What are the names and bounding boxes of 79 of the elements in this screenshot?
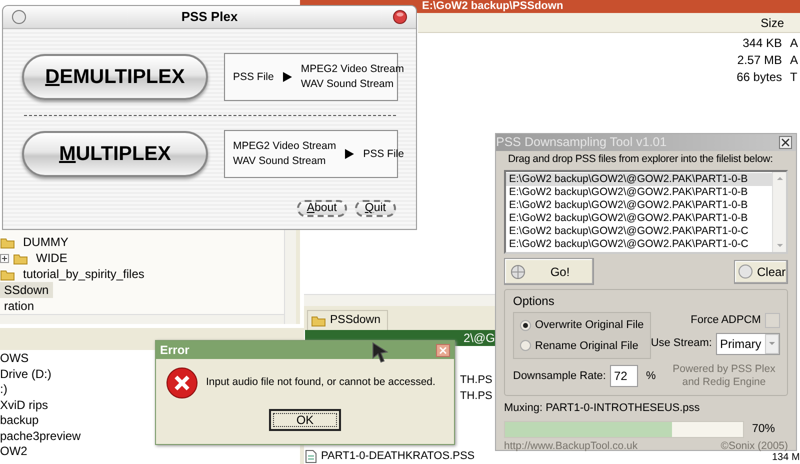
stream-label: PSS File [363,146,404,162]
tree-item[interactable]: tutorial_by_spirity_files [19,266,148,282]
expand-icon[interactable] [0,254,9,262]
stream-label: MPEG2 Video Stream [300,62,404,77]
scrollbar[interactable] [304,294,495,306]
checkbox[interactable] [764,312,780,328]
tree-item[interactable]: OW2 [0,443,28,458]
file-path[interactable]: E:\GoW2 backup\GOW2\@GOW2.PAK\PART1-0-B [506,199,772,212]
arrow-icon [282,71,293,83]
ok-button[interactable]: OK [269,409,341,431]
go-button[interactable]: Go! [504,258,594,285]
tree-item[interactable]: pache3preview [0,428,81,443]
scrollbar[interactable] [772,172,786,252]
status-text: Muxing: PART1-0-INTROTHESEUS.pss [504,401,701,416]
copyright-text: ©Sonix (2005) [720,440,788,452]
stream-label: WAV Sound Stream [233,154,327,169]
group-title: Options [513,293,556,310]
file-name[interactable]: TH.PS [460,372,492,388]
tree-item[interactable]: :) [0,381,8,396]
action-button[interactable]: DEMULTIPLEX [22,54,208,100]
stream-label: PSS File [233,70,274,84]
file-name[interactable]: PART1-0-DEATHKRATOS.PSS [321,448,475,464]
file-list[interactable] [504,170,788,254]
file-path[interactable]: E:\GoW2 backup\GOW2\@GOW2.PAK\PART1-0-B [506,173,772,186]
stream-label: WAV Sound Stream [300,77,395,92]
radio-button[interactable] [520,320,531,331]
table-cell-text: T [789,69,798,85]
dialog-button[interactable]: Quit [354,200,396,217]
tree-item[interactable]: XviD rips [0,396,48,412]
window-button-icon[interactable] [11,9,27,25]
stream-select[interactable]: Primary [716,332,780,354]
tree-item[interactable]: DUMMY [19,234,72,250]
action-button[interactable]: MULTIPLEX [22,131,208,177]
close-icon[interactable] [392,9,408,25]
error-message: Input audio file not found, or cannot be accessed. [206,375,436,390]
stream-label: MPEG2 Video Stream [233,139,336,154]
field-label: Downsample Rate: [513,368,606,384]
pointer-icon [371,342,389,364]
url-text: http://www.BackupTool.co.uk [504,440,638,452]
arrow-icon [344,148,356,160]
dialog-button[interactable]: About [296,200,347,217]
tree-item[interactable]: WIDE [32,250,72,266]
progress-text: 70% [752,422,776,436]
tree-item[interactable]: SSdown [0,282,53,298]
unit-label: % [646,368,656,384]
globe-icon [509,264,527,280]
file-path[interactable]: E:\GoW2 backup\GOW2\@GOW2.PAK\PART1-0-B [506,212,772,225]
folder-tab[interactable]: PSSdown [307,310,388,330]
file-path[interactable]: E:\GoW2 backup\GOW2\@GOW2.PAK\PART1-0-C [506,225,772,238]
size-cell-text: 2.57 MB [736,52,782,68]
checkbox-label: Force ADPCM [690,313,761,328]
table-cell-text: A [789,52,798,68]
instruction-text: Drag and drop PSS files from explorer into the filelist below: [507,153,774,166]
scrollbar[interactable] [284,230,296,324]
file-path[interactable]: E:\GoW2 backup\GOW2\@GOW2.PAK\PART1-0-C [506,238,772,251]
tree-item[interactable]: OWS [0,350,29,366]
circle-icon [738,264,753,279]
field-label: Use Stream: [650,336,712,352]
file-path[interactable]: E:\GoW2 backup\GOW2\@GOW2.PAK\PART1-0-B [506,186,772,199]
radio-option[interactable]: Rename Original File [520,338,644,354]
powered-by-text: Powered by PSS Plex and Redig Engine [672,363,776,389]
tree-item[interactable]: ration [0,298,38,314]
size-cell-text: 66 bytes [736,69,782,85]
file-name[interactable]: TH.PS [460,388,492,404]
rate-field[interactable]: 72 [610,365,638,387]
scrollbar[interactable] [0,314,284,324]
radio-option[interactable]: Overwrite Original File [520,317,644,334]
tree-item[interactable]: backup [0,412,39,428]
dialog-title: Error [160,342,190,359]
size-cell-text: 344 KB [742,35,782,51]
window-title: PSS Plex [181,8,238,26]
size-cell: 134 M [772,453,800,463]
radio-button[interactable] [520,340,531,352]
table-cell-text: A [789,35,798,51]
tree-item[interactable]: Drive (D:) [0,366,52,381]
error-icon [166,367,198,399]
clear-button[interactable]: Clear [734,260,788,284]
close-icon[interactable] [779,136,792,149]
column-header[interactable]: Size [760,14,800,32]
